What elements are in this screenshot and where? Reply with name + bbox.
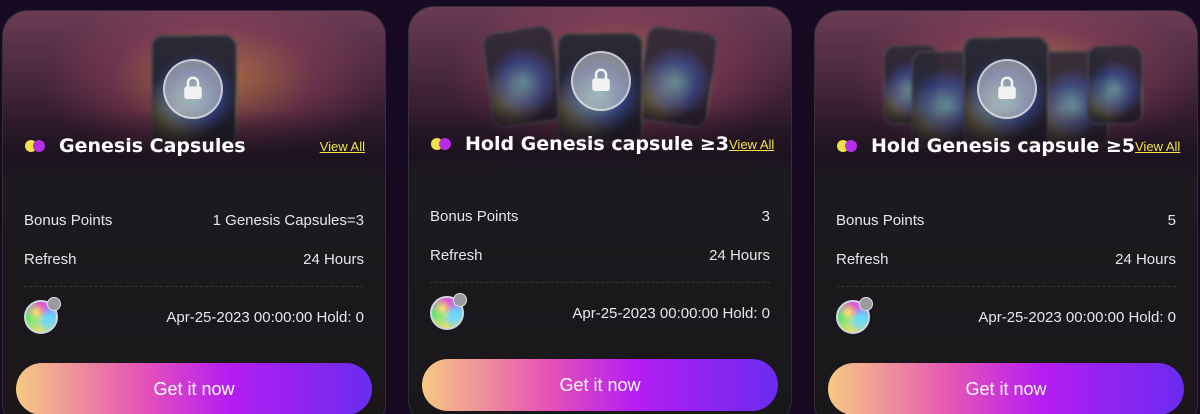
hold-row: Apr-25-2023 00:00:00 Hold: 0 [430, 283, 770, 343]
card-banner: Hold Genesis capsule ≥5 View All [815, 11, 1197, 179]
status-dots-icon [431, 137, 453, 151]
card-title: Hold Genesis capsule ≥3 [465, 133, 729, 155]
lock-icon [571, 51, 631, 111]
capsule-avatar-icon [24, 297, 61, 334]
get-it-now-button[interactable]: Get it now [828, 363, 1184, 414]
lock-icon [163, 59, 223, 119]
lock-icon [977, 59, 1037, 119]
refresh-label: Refresh [430, 247, 483, 264]
refresh-row: Refresh 24 Hours [836, 240, 1176, 279]
bonus-points-row: Bonus Points 5 [836, 201, 1176, 240]
capsule-image [1087, 45, 1143, 125]
capsule-image [480, 24, 566, 130]
reward-card-hold-3: Hold Genesis capsule ≥3 View All Bonus P… [408, 6, 792, 414]
hold-row: Apr-25-2023 00:00:00 Hold: 0 [24, 287, 364, 347]
card-title: Hold Genesis capsule ≥5 [871, 135, 1135, 157]
bonus-points-label: Bonus Points [836, 212, 925, 229]
refresh-label: Refresh [24, 251, 77, 268]
refresh-value: 24 Hours [1115, 251, 1176, 268]
view-all-link[interactable]: View All [1135, 139, 1180, 154]
small-lock-icon [859, 297, 873, 311]
refresh-row: Refresh 24 Hours [430, 236, 770, 275]
refresh-value: 24 Hours [303, 251, 364, 268]
status-dots-icon [837, 139, 859, 153]
hold-row: Apr-25-2023 00:00:00 Hold: 0 [836, 287, 1176, 347]
reward-card-genesis-capsules: Genesis Capsules View All Bonus Points 1… [2, 10, 386, 414]
refresh-label: Refresh [836, 251, 889, 268]
view-all-link[interactable]: View All [729, 137, 774, 152]
card-title-row: Genesis Capsules View All [25, 135, 365, 157]
small-lock-icon [453, 293, 467, 307]
hold-text: Apr-25-2023 00:00:00 Hold: 0 [978, 308, 1176, 326]
refresh-value: 24 Hours [709, 247, 770, 264]
card-info: Bonus Points 5 Refresh 24 Hours Apr-25-2… [815, 201, 1197, 347]
get-it-now-button[interactable]: Get it now [16, 363, 372, 414]
hold-text: Apr-25-2023 00:00:00 Hold: 0 [572, 304, 770, 322]
reward-card-hold-5: Hold Genesis capsule ≥5 View All Bonus P… [814, 10, 1198, 414]
card-banner: Hold Genesis capsule ≥3 View All [409, 7, 791, 175]
bonus-points-row: Bonus Points 1 Genesis Capsules=3 [24, 201, 364, 240]
capsule-avatar-icon [836, 297, 873, 334]
bonus-points-value: 3 [761, 208, 770, 225]
capsule-image [634, 24, 720, 130]
card-title-row: Hold Genesis capsule ≥5 View All [837, 135, 1180, 157]
bonus-points-row: Bonus Points 3 [430, 197, 770, 236]
card-title: Genesis Capsules [59, 135, 246, 157]
capsule-avatar-icon [430, 293, 467, 330]
bonus-points-value: 5 [1167, 212, 1176, 229]
bonus-points-label: Bonus Points [24, 212, 113, 229]
view-all-link[interactable]: View All [320, 139, 365, 154]
get-it-now-button[interactable]: Get it now [422, 359, 778, 411]
card-info: Bonus Points 3 Refresh 24 Hours Apr-25-2… [409, 197, 791, 343]
card-info: Bonus Points 1 Genesis Capsules=3 Refres… [3, 201, 385, 347]
card-banner: Genesis Capsules View All [3, 11, 385, 179]
small-lock-icon [47, 297, 61, 311]
hold-text: Apr-25-2023 00:00:00 Hold: 0 [166, 308, 364, 326]
card-title-row: Hold Genesis capsule ≥3 View All [431, 133, 774, 155]
refresh-row: Refresh 24 Hours [24, 240, 364, 279]
bonus-points-value: 1 Genesis Capsules=3 [212, 212, 364, 229]
bonus-points-label: Bonus Points [430, 208, 519, 225]
status-dots-icon [25, 139, 47, 153]
